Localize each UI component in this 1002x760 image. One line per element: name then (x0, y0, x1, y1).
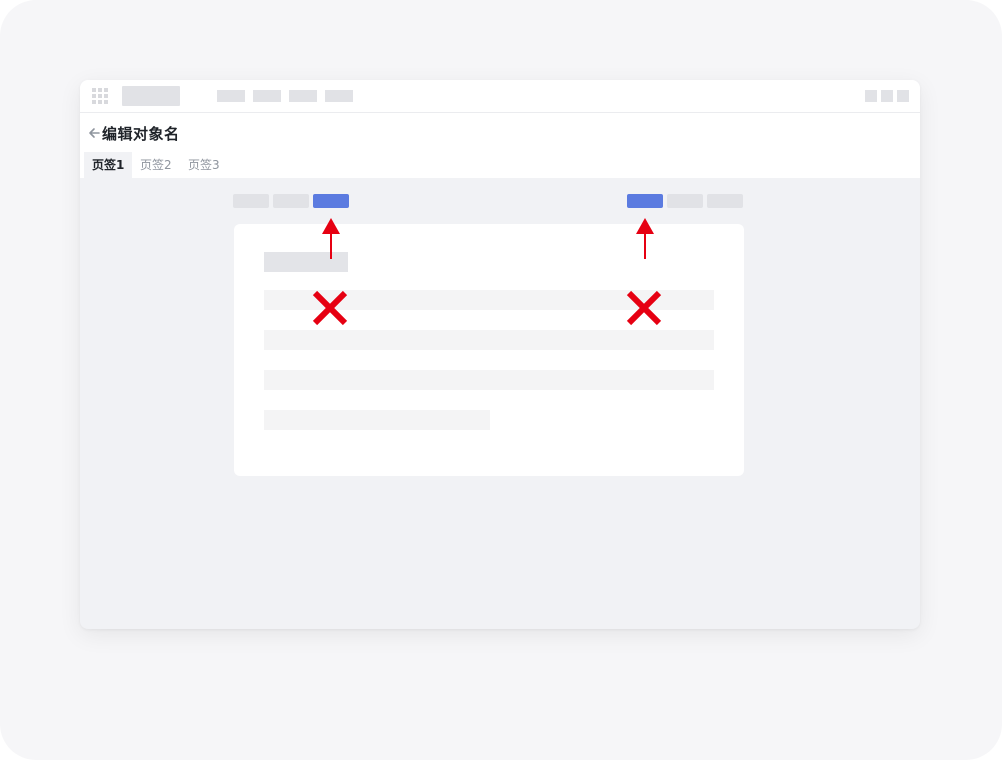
toolbar-button-placeholder[interactable] (667, 194, 703, 208)
nav-item-placeholder[interactable] (217, 90, 245, 102)
form-card (234, 224, 744, 476)
window-button-placeholder[interactable] (865, 90, 877, 102)
primary-button-placeholder[interactable] (627, 194, 663, 208)
cross-icon (312, 290, 348, 326)
nav-item-placeholder[interactable] (253, 90, 281, 102)
canvas-background: 编辑对象名 页签1 页签2 页签3 (0, 0, 1002, 760)
app-grid-icon[interactable] (92, 88, 108, 104)
top-bar (80, 80, 920, 113)
arrow-up-icon (322, 218, 340, 259)
tab-2[interactable]: 页签2 (132, 152, 180, 178)
nav-item-placeholder[interactable] (289, 90, 317, 102)
page-title: 编辑对象名 (102, 125, 180, 143)
logo-placeholder (122, 86, 180, 106)
nav-item-placeholder[interactable] (325, 90, 353, 102)
arrow-left-icon[interactable] (87, 126, 101, 140)
form-row-placeholder[interactable] (264, 370, 714, 390)
tab-1[interactable]: 页签1 (84, 152, 133, 178)
form-row-placeholder[interactable] (264, 330, 714, 350)
toolbar-button-placeholder[interactable] (273, 194, 309, 208)
toolbar-button-placeholder[interactable] (707, 194, 743, 208)
primary-button-placeholder[interactable] (313, 194, 349, 208)
tab-3[interactable]: 页签3 (180, 152, 228, 178)
window-button-placeholder[interactable] (881, 90, 893, 102)
toolbar-button-placeholder[interactable] (233, 194, 269, 208)
page-header: 编辑对象名 页签1 页签2 页签3 (80, 113, 920, 178)
arrow-up-icon (636, 218, 654, 259)
form-row-placeholder[interactable] (264, 410, 490, 430)
window-button-placeholder[interactable] (897, 90, 909, 102)
cross-icon (626, 290, 662, 326)
app-window: 编辑对象名 页签1 页签2 页签3 (80, 80, 920, 629)
